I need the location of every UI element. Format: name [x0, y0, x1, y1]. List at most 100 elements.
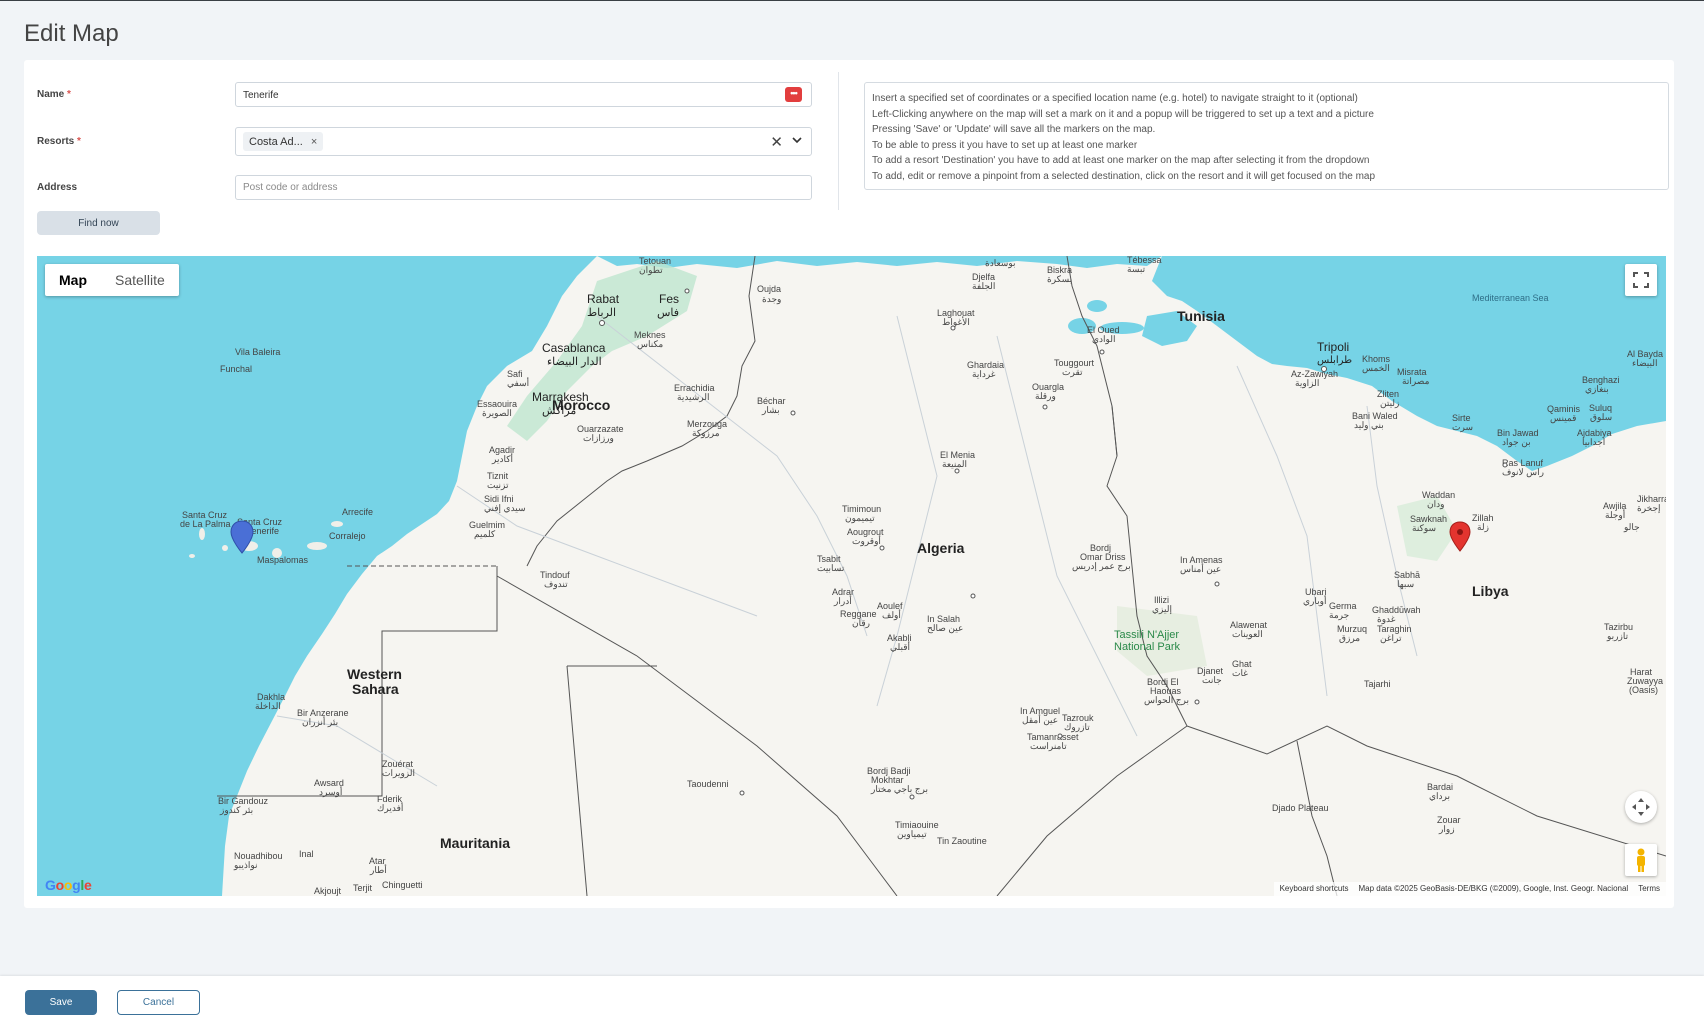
city-label: Tajarhi — [1364, 679, 1391, 689]
street-view-pegman[interactable] — [1625, 844, 1657, 876]
instruction-line: Left-Clicking anywhere on the map will s… — [872, 108, 1374, 120]
sea-label: Mediterranean Sea — [1472, 293, 1549, 303]
island-gomera — [222, 545, 228, 551]
google-logo: Google — [45, 877, 92, 893]
instruction-line: To add a resort 'Destination' you have t… — [872, 155, 1370, 166]
resorts-label: Resorts * — [37, 136, 81, 147]
city-label: راس لانوف — [1502, 467, 1544, 478]
address-input[interactable] — [236, 176, 811, 199]
instruction-line: Insert a specified set of coordinates or… — [872, 93, 1358, 104]
marker-red-icon[interactable] — [1449, 521, 1471, 552]
city-label: مكناس — [637, 339, 663, 350]
city-label: البيضاء — [1632, 358, 1657, 368]
save-button[interactable]: Save — [25, 990, 97, 1015]
chevron-down-icon[interactable] — [791, 134, 803, 146]
city-label: تازربو — [1606, 631, 1629, 642]
city-label: ودان — [1427, 499, 1444, 510]
mediterranean-west — [597, 256, 1162, 268]
fullscreen-button[interactable] — [1625, 264, 1657, 296]
city-label: Akjoujt — [314, 886, 342, 896]
camera-control-button[interactable] — [1625, 791, 1657, 823]
city-label: Corralejo — [329, 531, 366, 541]
terms-link[interactable]: Terms — [1638, 882, 1660, 896]
page-title: Edit Map — [24, 20, 119, 47]
city-label: (Oasis) — [1629, 685, 1658, 695]
city-label: زوار — [1438, 824, 1455, 835]
keyboard-shortcuts-link[interactable]: Keyboard shortcuts — [1280, 882, 1349, 896]
city-label: Maspalomas — [257, 555, 309, 565]
city-label: Chinguetti — [382, 880, 423, 890]
city-label: مصراتة — [1402, 376, 1430, 387]
city-label: العوينات — [1232, 629, 1263, 640]
island-lanzarote — [331, 521, 343, 527]
city-label: مرزق — [1339, 633, 1360, 644]
city-label: Inal — [299, 849, 314, 859]
island-la-palma — [199, 528, 205, 540]
city-label: الأغواط — [942, 316, 970, 328]
name-label: Name * — [37, 89, 71, 100]
clear-icon[interactable]: ✕ — [770, 133, 783, 151]
city-label: الجلفة — [972, 281, 995, 291]
border-niger-algeria — [996, 725, 1188, 896]
city-label: Oujda — [757, 284, 781, 294]
city-label: جانت — [1202, 675, 1222, 685]
chott-lake — [1087, 300, 1107, 312]
city-label: الزويرات — [382, 768, 415, 779]
map-type-satellite[interactable]: Satellite — [101, 264, 179, 296]
country-label-algeria: Algeria — [917, 540, 965, 556]
cancel-button[interactable]: Cancel — [117, 990, 200, 1015]
required-mark: * — [67, 89, 71, 100]
city-label: أسفي — [507, 376, 529, 388]
city-label: سيدي إفني — [484, 503, 526, 514]
map-type-map[interactable]: Map — [45, 264, 101, 296]
window-top-border — [0, 0, 1704, 1]
city-label: أوباري — [1303, 594, 1326, 607]
city-label: المنيعة — [942, 459, 967, 469]
city-label: Tripoli — [1317, 340, 1349, 354]
city-label: تطوان — [639, 265, 663, 276]
address-field[interactable] — [235, 175, 812, 200]
city-label: سوكنة — [1412, 523, 1436, 534]
island-fuerteventura — [307, 542, 327, 550]
fullscreen-icon — [1633, 272, 1649, 288]
country-label-western-sahara: Sahara — [352, 681, 399, 697]
find-now-button[interactable]: Find now — [37, 211, 160, 235]
edit-map-card: Name * Tenerife ••• Resorts * Costa Ad..… — [24, 60, 1674, 908]
instructions-box: Insert a specified set of coordinates or… — [864, 82, 1669, 190]
name-field[interactable]: Tenerife ••• — [235, 82, 812, 107]
city-label: Taoudenni — [687, 779, 729, 789]
name-value[interactable]: Tenerife — [243, 90, 279, 101]
city-label: إجخرة — [1637, 503, 1661, 514]
resorts-label-text: Resorts — [37, 136, 75, 147]
google-map[interactable]: Morocco Algeria Tunisia Libya Western Sa… — [37, 256, 1666, 896]
city-label: بني وليد — [1354, 420, 1384, 431]
city-label: رقان — [852, 618, 870, 629]
city-label: مراكش — [542, 405, 576, 417]
city-label: Vila Baleira — [235, 347, 280, 357]
park-label: National Park — [1114, 641, 1181, 653]
city-label: الرشيدية — [677, 392, 710, 403]
city-label: عين صالح — [927, 623, 963, 634]
city-label: أوقروت — [852, 534, 881, 547]
city-label: جرمة — [1329, 610, 1349, 621]
resort-chip-label: Costa Ad... — [249, 135, 303, 148]
resorts-select[interactable]: Costa Ad... × ✕ — [235, 127, 812, 156]
chip-remove-icon[interactable]: × — [311, 136, 317, 148]
city-label: اجدابيا — [1582, 437, 1605, 447]
city-label: أكادير — [491, 452, 513, 465]
city-label: غات — [1232, 668, 1248, 678]
city-label: الصويرة — [482, 408, 512, 419]
map-attribution: Keyboard shortcuts Map data ©2025 GeoBas… — [1273, 882, 1666, 896]
city-label: تيميمون — [845, 513, 875, 524]
divider — [838, 72, 839, 210]
name-label-text: Name — [37, 89, 65, 100]
city-label: برج الحواس — [1144, 695, 1189, 706]
city-label: سلوق — [1590, 412, 1612, 423]
city-label: الزاوية — [1295, 378, 1319, 389]
city-label: Casablanca — [542, 341, 606, 355]
city-label: Funchal — [220, 364, 252, 374]
password-manager-icon[interactable]: ••• — [785, 87, 802, 102]
map-canvas[interactable]: Morocco Algeria Tunisia Libya Western Sa… — [37, 256, 1666, 896]
city-label: برج باجي مختار — [870, 784, 928, 795]
city-label: كلميم — [474, 529, 496, 540]
